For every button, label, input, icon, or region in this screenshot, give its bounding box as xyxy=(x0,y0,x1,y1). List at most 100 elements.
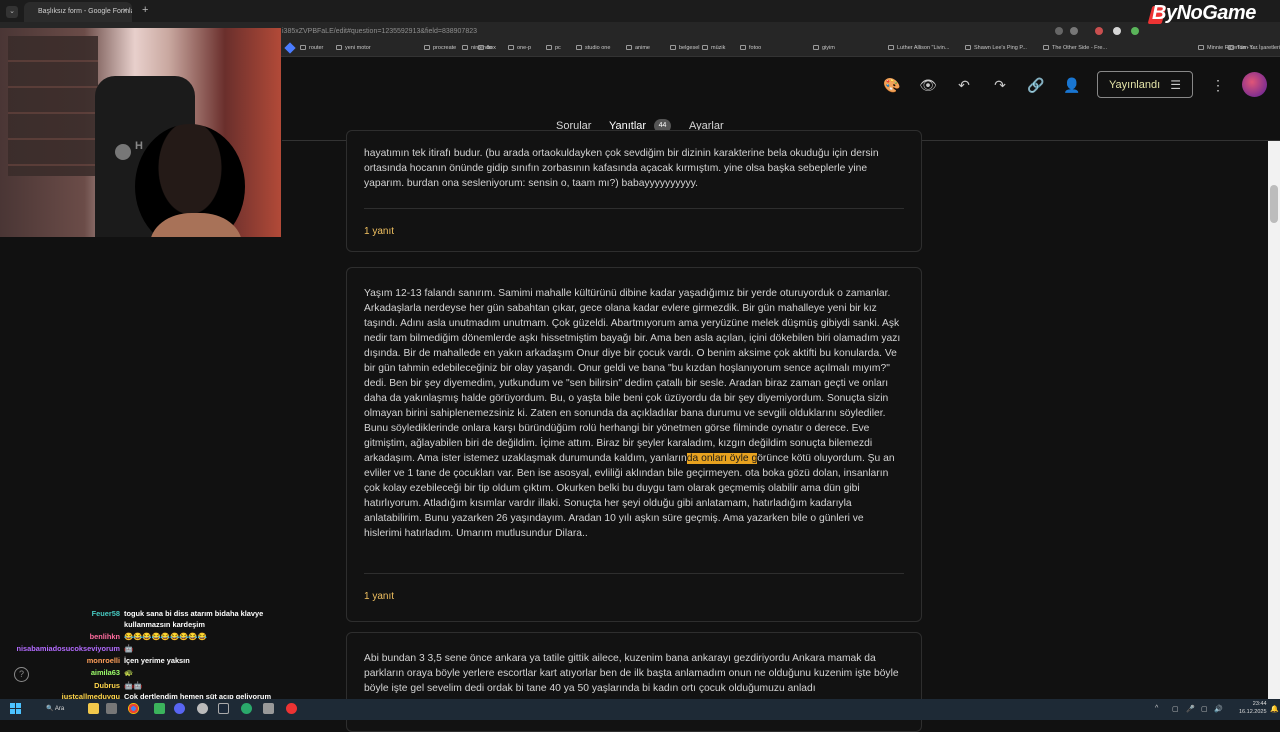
folder-icon xyxy=(300,45,306,50)
bookmark-item[interactable]: giyim xyxy=(813,45,835,51)
chat-message: kullanmazsın kardeşim xyxy=(0,620,290,629)
chat-text: İçen yerime yaksın xyxy=(124,656,190,665)
bookmark-item[interactable]: Luther Allison "Livin... xyxy=(888,45,949,51)
taskbar-clock[interactable]: 23:44 16.12.2025 xyxy=(1239,700,1267,716)
chat-message: monroelli İçen yerime yaksın xyxy=(0,656,290,665)
response-text: Yaşım 12-13 falandı sanırım. Samimi maha… xyxy=(364,286,904,541)
volume-icon[interactable]: 🔊 xyxy=(1214,705,1223,713)
reply-count-link[interactable]: 1 yanıt xyxy=(364,591,394,602)
bookmark-item[interactable]: box xyxy=(478,45,496,51)
bookmark-item[interactable]: belgesel xyxy=(670,45,700,51)
response-text-viewport: Abi bundan 3 3,5 sene önce ankara ya tat… xyxy=(346,640,922,699)
taskbar-app-icon[interactable] xyxy=(286,703,297,714)
tray-app-icon[interactable]: ▢ xyxy=(1172,705,1179,713)
scrollbar-track[interactable] xyxy=(1268,141,1280,699)
more-options-icon[interactable]: ⋮ xyxy=(1209,76,1227,94)
tray-chevron-icon[interactable]: ^ xyxy=(1155,705,1158,712)
folder-icon xyxy=(336,45,342,50)
file-explorer-icon[interactable] xyxy=(88,703,99,714)
undo-icon[interactable]: ↶ xyxy=(955,76,973,94)
bookmark-item[interactable]: müzik xyxy=(702,45,725,51)
taskbar-search[interactable]: 🔍 Ara xyxy=(40,702,80,717)
preview-eye-icon[interactable]: 👁 xyxy=(919,76,937,94)
steam-icon[interactable] xyxy=(218,703,229,714)
folder-icon xyxy=(1043,45,1049,50)
tab-list-button[interactable]: ⌄ xyxy=(6,6,18,18)
bookmark-label: box xyxy=(487,45,496,51)
avatar[interactable] xyxy=(1242,72,1267,97)
bookmark-item[interactable]: anime xyxy=(626,45,650,51)
chat-text: 🐢 xyxy=(124,668,134,677)
bookmark-item[interactable]: studio one xyxy=(576,45,610,51)
bookmark-item[interactable]: yeni motor xyxy=(336,45,371,51)
chat-text: 😂😂😂😂😂😂😂😂😂 xyxy=(124,632,207,641)
chat-username: nisabamiadosucokseviyorum xyxy=(16,644,120,653)
bookmark-item[interactable]: router xyxy=(300,45,323,51)
folder-icon xyxy=(462,45,468,50)
folder-icon xyxy=(740,45,746,50)
response-text: hayatımın tek itirafı budur. (bu arada o… xyxy=(364,148,879,189)
taskbar-app-icon[interactable] xyxy=(154,703,165,714)
bookmark-item[interactable]: Tüm Yer İşaretleri xyxy=(1228,45,1280,51)
bookshelf xyxy=(8,36,98,176)
taskbar-app-icon[interactable] xyxy=(241,703,252,714)
folder-icon xyxy=(478,45,484,50)
new-tab-button[interactable]: + xyxy=(142,4,148,16)
notification-icon[interactable]: 🔔 xyxy=(1270,705,1279,713)
chat-message: aimila63 🐢 xyxy=(0,668,290,677)
bookmark-label: pc xyxy=(555,45,561,51)
chrome-icon[interactable] xyxy=(128,703,139,714)
divider xyxy=(364,573,904,574)
tab-close-icon[interactable]: ✕ xyxy=(122,7,128,15)
scrollbar-thumb[interactable] xyxy=(1270,185,1278,223)
folder-icon xyxy=(702,45,708,50)
url-field[interactable]: i385xZVPBFaLE/edit#question=1235592913&f… xyxy=(282,28,477,35)
redo-icon[interactable]: ↷ xyxy=(991,76,1009,94)
zoom-icon[interactable] xyxy=(1055,27,1063,35)
clock-time: 23:44 xyxy=(1252,701,1267,707)
bookmark-item[interactable]: pc xyxy=(546,45,561,51)
bookmark-item[interactable]: procreate xyxy=(424,45,456,51)
chat-username: Dubrus xyxy=(94,681,120,690)
bookmark-label: belgesel xyxy=(679,45,700,51)
folder-icon xyxy=(546,45,552,50)
link-icon[interactable]: 🔗 xyxy=(1027,76,1045,94)
bookmark-label: Shawn Lee's Ping P... xyxy=(974,45,1027,51)
bookmark-item[interactable]: one-p xyxy=(508,45,531,51)
chat-text: kullanmazsın kardeşim xyxy=(124,620,205,629)
taskbar-app-icon[interactable] xyxy=(106,703,117,714)
taskbar-app-icon[interactable] xyxy=(197,703,208,714)
bookmark-label: giyim xyxy=(822,45,835,51)
extension-icon[interactable] xyxy=(1095,27,1103,35)
tray-app-icon[interactable]: ▢ xyxy=(1201,705,1208,713)
bookmark-item[interactable]: fotoo xyxy=(740,45,761,51)
taskbar-app-icon[interactable] xyxy=(263,703,274,714)
publish-button[interactable]: Yayınlandı ☰ xyxy=(1097,71,1193,98)
chat-message: benlihkn 😂😂😂😂😂😂😂😂😂 xyxy=(0,632,290,641)
microphone-icon[interactable]: 🎤 xyxy=(1186,705,1195,713)
browser-tab-bar xyxy=(0,0,1280,22)
folder-icon xyxy=(813,45,819,50)
chair-logo-text: H xyxy=(135,140,143,152)
help-icon[interactable]: ? xyxy=(14,667,29,682)
folder-icon xyxy=(424,45,430,50)
reply-count-link[interactable]: 1 yanıt xyxy=(364,226,394,237)
bookmark-item[interactable]: Shawn Lee's Ping P... xyxy=(965,45,1027,51)
bookmark-star-icon[interactable] xyxy=(1070,27,1078,35)
bookmark-label: fotoo xyxy=(749,45,762,51)
windows-start-icon[interactable] xyxy=(10,703,21,714)
bookmark-item[interactable]: The Other Side - Fre... xyxy=(1043,45,1107,51)
palette-icon[interactable]: 🎨 xyxy=(883,76,901,94)
extension-icon[interactable] xyxy=(1131,27,1139,35)
chair-logo-icon xyxy=(115,144,131,160)
add-collaborator-icon[interactable]: 👤 xyxy=(1063,76,1081,94)
extension-icon[interactable] xyxy=(1113,27,1121,35)
clock-date: 16.12.2025 xyxy=(1239,709,1267,715)
publish-label: Yayınlandı xyxy=(1109,79,1161,91)
bookmark-label: one-p xyxy=(517,45,532,51)
browser-tab[interactable]: Başlıksız form - Google Formlar xyxy=(24,2,132,22)
bookmark-label: yeni motor xyxy=(345,45,371,51)
bookmark-label: procreate xyxy=(433,45,457,51)
discord-icon[interactable] xyxy=(174,703,185,714)
taskbar-search-label: Ara xyxy=(54,706,65,712)
